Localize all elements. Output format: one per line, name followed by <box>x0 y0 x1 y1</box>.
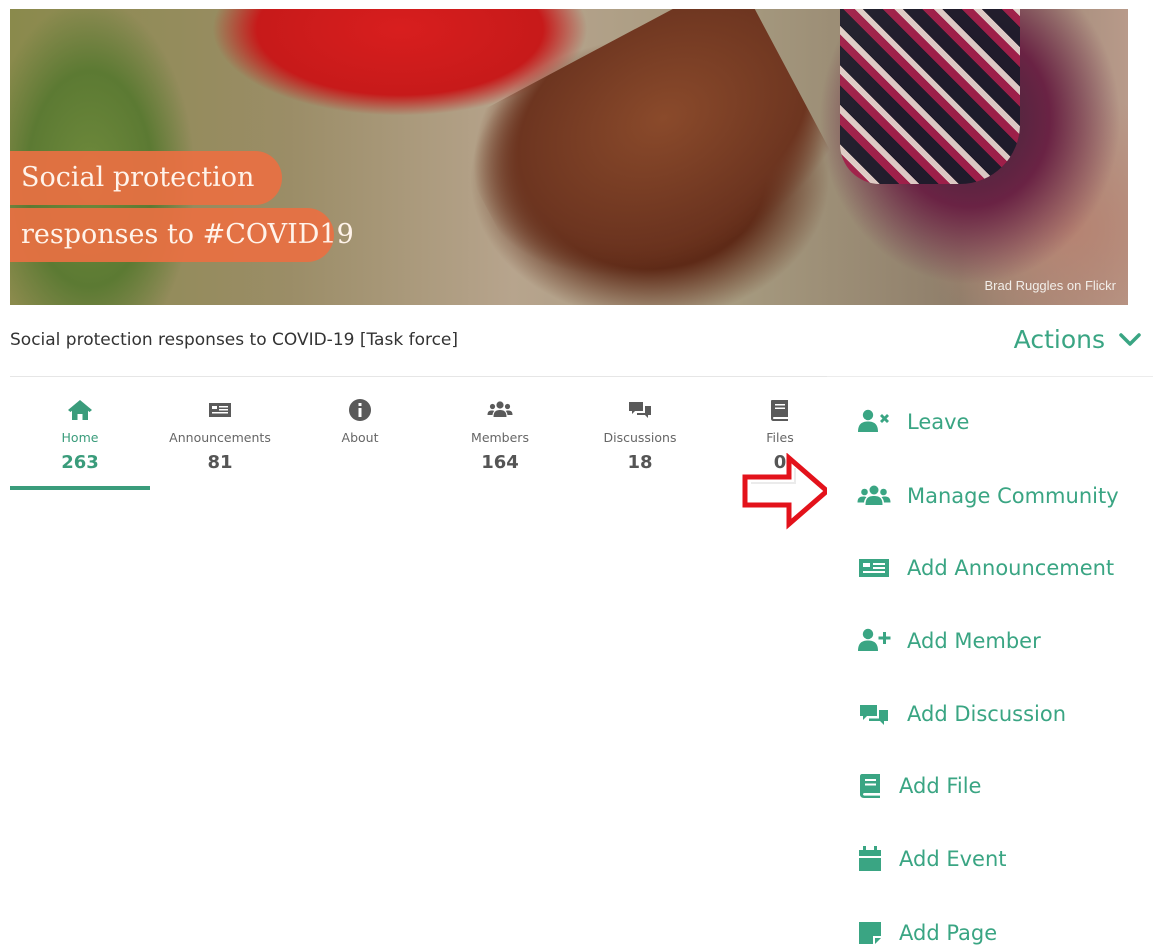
book-icon <box>857 772 883 800</box>
menu-item-label: Manage Community <box>907 484 1119 508</box>
menu-item-add-member[interactable]: Add Member <box>857 621 1041 661</box>
tab-count: 81 <box>207 452 233 473</box>
comments-icon <box>857 700 891 728</box>
menu-item-add-file[interactable]: Add File <box>857 766 981 806</box>
calendar-icon <box>857 845 883 873</box>
actions-dropdown-toggle[interactable]: Actions <box>1014 325 1141 354</box>
tab-label: Members <box>471 430 529 445</box>
banner-photo-sleeve <box>840 9 1020 184</box>
photo-credit: Brad Ruggles on Flickr <box>984 278 1117 293</box>
tab-count: 164 <box>481 452 519 473</box>
newspaper-icon <box>207 398 233 422</box>
menu-item-add-discussion[interactable]: Add Discussion <box>857 694 1066 734</box>
menu-item-label: Add File <box>899 774 982 798</box>
callout-arrow <box>742 453 831 530</box>
tab-members[interactable]: Members 164 <box>430 378 570 490</box>
chevron-down-icon <box>1119 332 1141 346</box>
menu-item-label: Add Page <box>899 921 998 945</box>
menu-item-label: Add Discussion <box>907 702 1067 726</box>
book-icon <box>767 398 793 422</box>
tab-label: Discussions <box>603 430 677 445</box>
menu-item-label: Add Announcement <box>907 556 1115 580</box>
tab-count: 18 <box>627 452 653 473</box>
sticky-note-icon <box>857 919 883 945</box>
banner-tag-line-1: Social protection <box>10 151 282 205</box>
banner-photo-hands <box>445 9 845 305</box>
community-banner: Social protection responses to #COVID19 … <box>10 9 1128 305</box>
home-icon <box>67 398 93 422</box>
user-remove-icon <box>857 408 891 436</box>
menu-item-manage-community[interactable]: Manage Community <box>857 476 1119 516</box>
header-divider <box>10 376 830 377</box>
menu-item-label: Leave <box>907 410 970 434</box>
menu-item-label: Add Event <box>899 847 1007 871</box>
users-icon <box>487 398 513 422</box>
tab-discussions[interactable]: Discussions 18 <box>570 378 710 490</box>
tab-home[interactable]: Home 263 <box>10 378 150 490</box>
info-circle-icon <box>347 398 373 422</box>
banner-tag-line-2: responses to #COVID19 <box>10 208 354 262</box>
tab-label: Announcements <box>169 430 271 445</box>
comments-icon <box>627 398 653 422</box>
tab-label: About <box>341 430 379 445</box>
community-title: Social protection responses to COVID-19 … <box>10 330 459 350</box>
menu-item-leave[interactable]: Leave <box>857 402 969 442</box>
menu-item-add-announcement[interactable]: Add Announcement <box>857 548 1114 588</box>
tab-count: 263 <box>61 452 99 473</box>
tab-about[interactable]: About <box>290 378 430 490</box>
newspaper-icon <box>857 554 891 582</box>
user-plus-icon <box>857 627 891 655</box>
users-icon <box>857 482 891 510</box>
tab-label: Home <box>61 430 99 445</box>
menu-item-add-page[interactable]: Add Page <box>857 913 997 945</box>
actions-label: Actions <box>1013 325 1105 354</box>
menu-item-label: Add Member <box>907 629 1041 653</box>
menu-item-add-event[interactable]: Add Event <box>857 839 1007 879</box>
actions-menu: Leave Manage Community Add Announcement <box>827 376 1153 945</box>
community-tabs: Home 263 Announcements 81 About Members <box>10 378 850 490</box>
tab-announcements[interactable]: Announcements 81 <box>150 378 290 490</box>
